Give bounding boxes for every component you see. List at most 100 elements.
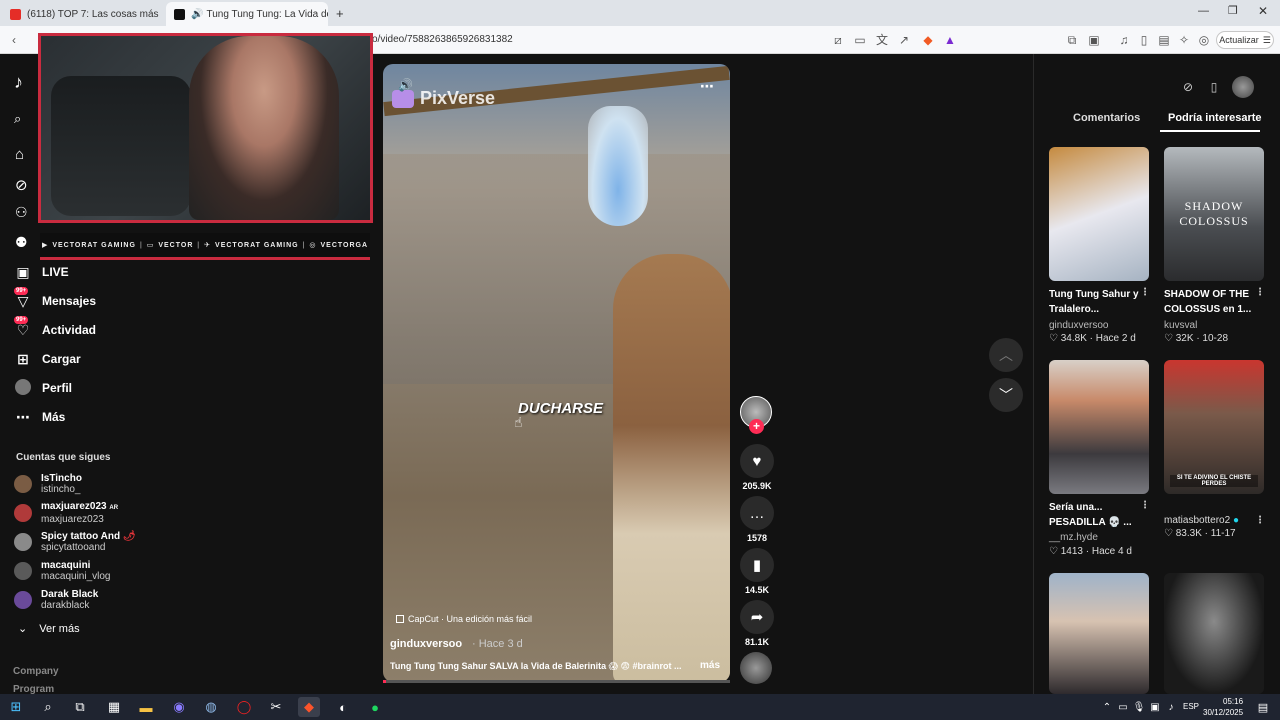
card-more-icon[interactable]: ⋮	[1255, 515, 1265, 526]
followed-account[interactable]: Spicy tattoo And 🌶 spicytattooand	[14, 529, 136, 555]
new-tab-button[interactable]: +	[336, 6, 344, 21]
notifications-icon[interactable]: ▤	[1252, 697, 1274, 717]
capcut-icon[interactable]: ✂	[265, 697, 287, 717]
tab-comments[interactable]: Comentarios	[1073, 112, 1140, 124]
nav-live[interactable]: ▣ LIVE	[14, 262, 68, 282]
followed-account[interactable]: maxjuarez023 AR maxjuarez023	[14, 500, 118, 526]
capcut-tag[interactable]: CapCut · Una edición más fácil	[396, 614, 532, 624]
save-button[interactable]: ▮	[740, 548, 774, 582]
suggested-video-thumbnail[interactable]: SI TE ADIVINO EL CHISTE PERDES	[1164, 360, 1264, 494]
tab-suggestions[interactable]: Podría interesarte	[1168, 112, 1262, 124]
share-icon[interactable]: ↗	[896, 32, 912, 48]
suggested-video-author[interactable]: kuvsval	[1164, 320, 1197, 331]
description-more-button[interactable]: más	[700, 660, 720, 671]
steam-icon[interactable]: ◍	[200, 697, 222, 717]
minimize-button[interactable]: —	[1198, 5, 1209, 17]
suggested-video-author[interactable]: __mz.hyde	[1049, 532, 1098, 543]
suggested-video-thumbnail[interactable]: SHADOW COLOSSUS	[1164, 147, 1264, 281]
followed-account[interactable]: macaquini macaquini_vlog	[14, 558, 111, 584]
reader-mode-icon[interactable]: ⧄	[830, 32, 846, 48]
card-more-icon[interactable]: ⋮	[1140, 287, 1150, 298]
suggested-video-title[interactable]: SHADOW OF THE COLOSSUS en 1...	[1164, 287, 1262, 317]
music-disc[interactable]	[740, 652, 772, 684]
card-more-icon[interactable]: ⋮	[1140, 500, 1150, 511]
translate-icon[interactable]: 文	[874, 32, 890, 48]
home-icon[interactable]: ⌂	[15, 146, 24, 163]
suggested-video-thumbnail[interactable]	[1049, 360, 1149, 494]
nav-more[interactable]: ⋯ Más	[14, 407, 65, 427]
like-button[interactable]: ♥	[740, 444, 774, 478]
brave-shield-icon[interactable]: ◆	[920, 32, 936, 48]
picture-icon[interactable]: ▤	[1156, 32, 1172, 48]
nav-upload[interactable]: ⊞ Cargar	[14, 349, 81, 369]
sidebar-toggle-icon[interactable]: ▯	[1136, 32, 1152, 48]
friends-icon[interactable]: ⚉	[15, 234, 28, 251]
app-icon[interactable]: ▦	[103, 697, 125, 717]
followed-account[interactable]: IsTincho istincho_	[14, 471, 82, 497]
vpn-icon[interactable]: ◎	[1196, 32, 1212, 48]
follow-plus-icon[interactable]: +	[749, 419, 764, 434]
following-icon[interactable]: ⚇	[15, 204, 28, 221]
spotify-icon[interactable]: ●	[364, 697, 386, 717]
browser-tab-tiktok[interactable]: 🔊 Tung Tung Tung: La Vida de ✕	[166, 2, 328, 26]
video-date: · Hace 3 d	[472, 638, 523, 650]
device-icon[interactable]: ▯	[1206, 79, 1222, 95]
suggested-video-author[interactable]: ginduxversoo	[1049, 320, 1108, 331]
clock[interactable]: 05:16 30/12/2025	[1203, 696, 1243, 718]
discord-icon[interactable]: ◉	[168, 697, 190, 717]
card-more-icon[interactable]: ⋮	[1255, 287, 1265, 298]
browser-tab-youtube[interactable]: (6118) TOP 7: Las cosas más PERTUR	[2, 2, 162, 26]
chevron-down-icon: ﹀	[999, 387, 1013, 403]
task-view-icon[interactable]: ⧉	[69, 697, 91, 717]
opera-gx-icon[interactable]: ◯	[233, 697, 255, 717]
suggested-video-author[interactable]: matiasbottero2 ●	[1164, 515, 1239, 526]
cast-icon[interactable]: ▭	[852, 32, 868, 48]
nav-label: Mensajes	[42, 294, 97, 308]
see-more-button[interactable]: ⌄ Ver más	[18, 622, 80, 636]
previous-video-button[interactable]: ︿	[989, 338, 1023, 372]
brave-icon[interactable]: ◆	[298, 697, 320, 717]
video-more-icon[interactable]: ⋯	[700, 78, 714, 95]
share-button[interactable]: ➦	[740, 600, 774, 634]
nav-messages[interactable]: ▽ 99+ Mensajes	[14, 286, 97, 311]
suggested-video-thumbnail[interactable]	[1164, 573, 1264, 694]
accent-line	[40, 257, 370, 260]
language-indicator[interactable]: ESP	[1183, 702, 1199, 711]
explore-icon[interactable]: ⊘	[15, 176, 28, 194]
maximize-button[interactable]: ❐	[1228, 4, 1238, 17]
back-icon[interactable]: ‹	[6, 32, 22, 48]
thumbnail-text: SHADOW COLOSSUS	[1179, 199, 1249, 228]
video-author[interactable]: ginduxversoo	[390, 638, 462, 650]
file-explorer-icon[interactable]: ▬	[135, 697, 157, 717]
close-window-button[interactable]: ✕	[1258, 4, 1268, 18]
followed-account[interactable]: Darak Black darakblack	[14, 587, 98, 613]
search-icon[interactable]: ⌕	[37, 697, 59, 717]
suggested-video-thumbnail[interactable]	[1049, 147, 1149, 281]
leo-ai-icon[interactable]: ✧	[1176, 32, 1192, 48]
volume-icon[interactable]: ♪	[1160, 697, 1182, 717]
next-video-button[interactable]: ﹀	[989, 378, 1023, 412]
active-tab-indicator	[1160, 130, 1260, 132]
obs-icon[interactable]: ◐	[332, 697, 354, 717]
video-progress-track[interactable]	[383, 680, 730, 683]
footer-company-link[interactable]: Company	[13, 666, 59, 677]
search-icon[interactable]: ⌕	[14, 111, 21, 127]
rewards-icon[interactable]: ▲	[942, 32, 958, 48]
comment-button[interactable]: …	[740, 496, 774, 530]
user-avatar[interactable]	[1232, 76, 1254, 98]
video-player[interactable]	[383, 64, 730, 682]
nav-profile[interactable]: Perfil	[14, 378, 72, 398]
suggested-video-title[interactable]: Tung Tung Sahur y Tralalero...	[1049, 287, 1147, 317]
update-button[interactable]: Actualizar ☰	[1216, 31, 1274, 49]
tiktok-logo-icon[interactable]: ♪	[14, 72, 23, 93]
coin-icon[interactable]: ⊘	[1180, 79, 1196, 95]
volume-icon[interactable]: 🔊	[398, 78, 413, 92]
nav-activity[interactable]: ♡ 99+ Actividad	[14, 315, 96, 340]
wallet-icon[interactable]: ▣	[1086, 32, 1102, 48]
suggested-video-title[interactable]: Sería una... PESADILLA 💀 ...	[1049, 500, 1147, 530]
windows-start-icon[interactable]: ⊞	[5, 697, 27, 717]
suggested-video-thumbnail[interactable]	[1049, 573, 1149, 694]
music-icon[interactable]: ♫	[1116, 32, 1132, 48]
url-field[interactable]: o/video/7588263865926831382	[372, 34, 513, 45]
extensions-icon[interactable]: ⧉	[1064, 32, 1080, 48]
